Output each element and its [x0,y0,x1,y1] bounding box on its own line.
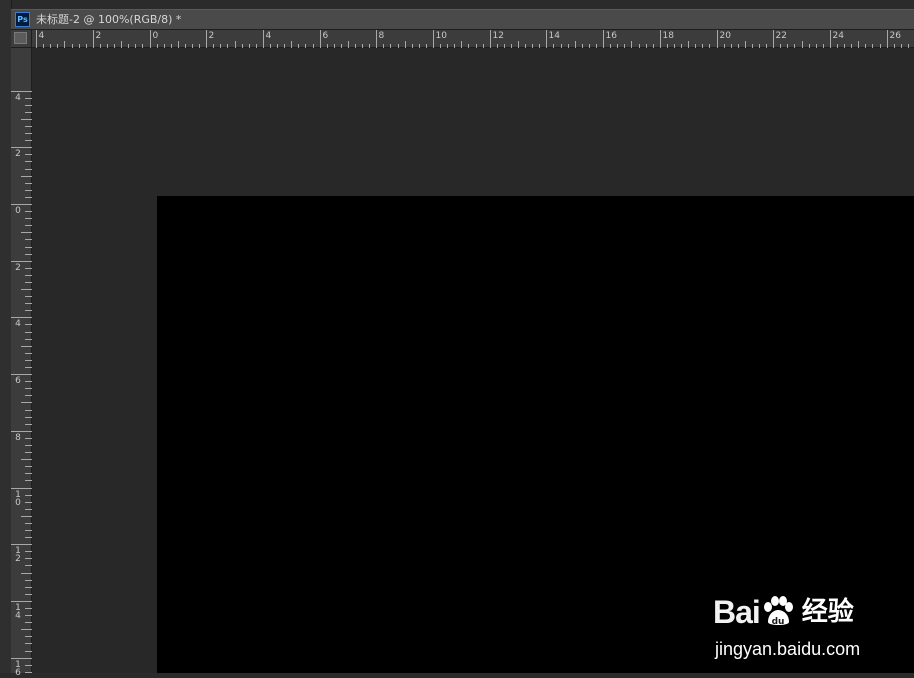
watermark-logo: Bai du 经验 [713,591,854,631]
horizontal-ruler-label: 6 [322,31,329,41]
horizontal-ruler-label: 20 [719,31,731,41]
pasteboard[interactable] [32,48,914,673]
horizontal-ruler[interactable]: 4 2 0 2 4 6 8 10 12 14 16 18 20 22 24 26 [32,30,914,48]
vertical-ruler-label: 12 [15,545,21,564]
horizontal-ruler-label: 4 [38,31,45,41]
vertical-ruler-label: 10 [15,489,21,508]
brush-stroke-2 [449,242,480,458]
horizontal-ruler-label: 2 [95,31,102,41]
watermark-url: jingyan.baidu.com [715,639,861,659]
vertical-ruler-label: 4 [15,92,21,103]
brush-stroke-1 [363,237,419,452]
horizontal-ruler-label: 2 [208,31,215,41]
watermark-brand-left: Bai [713,594,761,630]
horizontal-ruler-label: 4 [265,31,272,41]
vertical-ruler-label: 6 [15,375,21,386]
document-title: 未标题-2 @ 100%(RGB/8) * [36,13,182,26]
vertical-ruler-label: 4 [15,318,21,329]
document-tab[interactable]: Ps 未标题-2 @ 100%(RGB/8) * [11,9,914,30]
document-window: Ps 未标题-2 @ 100%(RGB/8) * 4 2 0 2 4 6 8 10 12 14 16… [11,9,914,677]
vertical-ruler-label: 2 [15,262,21,273]
horizontal-ruler-label: 24 [832,31,844,41]
horizontal-ruler-label: 14 [548,31,560,41]
vertical-ruler-label: 8 [15,432,21,443]
horizontal-ruler-label: 18 [662,31,674,41]
vertical-ruler-ticks [11,91,32,673]
horizontal-ruler-label: 0 [152,31,159,41]
horizontal-ruler-label: 12 [492,31,504,41]
ruler-origin-square [14,32,27,44]
horizontal-ruler-label: 8 [378,31,385,41]
watermark-product: 经验 [801,596,854,626]
brush-stroke-3 [508,241,566,472]
horizontal-ruler-label: 16 [605,31,617,41]
horizontal-ruler-label: 10 [435,31,447,41]
baidu-jingyan-watermark: Bai du 经验 jingyan.baidu.com [701,583,891,673]
vertical-ruler-label: 14 [15,602,21,621]
vertical-ruler[interactable]: 4 2 0 2 4 6 8 10 12 14 16 [11,48,32,677]
ruler-origin-corner[interactable] [11,30,32,48]
vertical-ruler-label: 0 [15,205,21,216]
vertical-ruler-label: 2 [15,148,21,159]
vertical-ruler-label: 16 [15,659,21,678]
horizontal-ruler-label: 26 [889,31,901,41]
paw-icon: du [763,596,793,627]
svg-text:du: du [771,617,784,627]
horizontal-ruler-label: 22 [775,31,787,41]
photoshop-icon: Ps [15,12,30,27]
